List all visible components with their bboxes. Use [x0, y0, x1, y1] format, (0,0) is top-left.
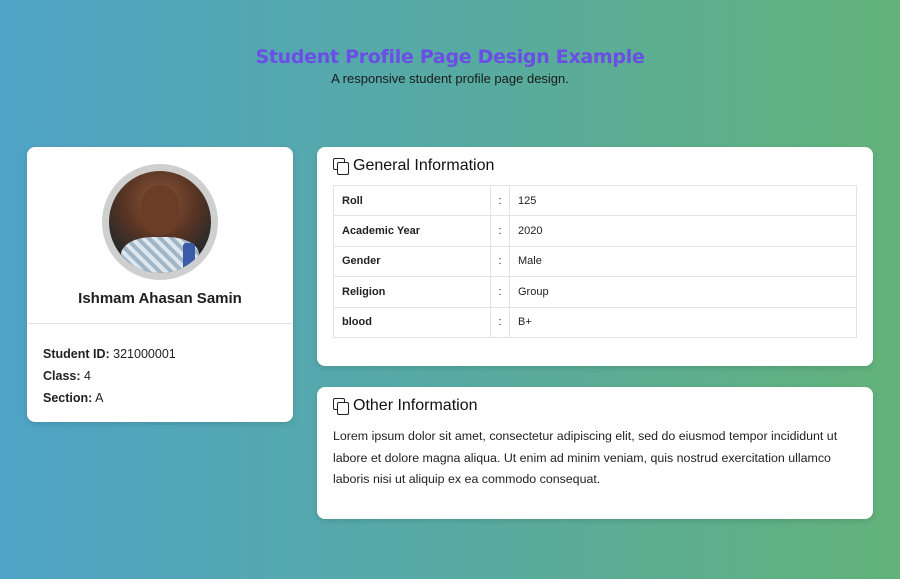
divider [27, 323, 293, 324]
row-value: 2020 [509, 215, 857, 247]
row-key: Gender [333, 245, 491, 278]
meta-label: Class: [43, 369, 81, 383]
profile-meta: Student ID: 321000001 Class: 4 Section: … [43, 343, 176, 409]
row-value: Male [509, 245, 857, 278]
meta-class: Class: 4 [43, 365, 176, 387]
meta-label: Student ID: [43, 347, 110, 361]
row-key: blood [333, 306, 491, 338]
copy-icon [333, 397, 350, 415]
meta-value: 321000001 [113, 347, 176, 361]
general-information-table: Roll : 125 Academic Year : 2020 Gender :… [333, 184, 857, 338]
profile-card: Ishmam Ahasan Samin Student ID: 32100000… [27, 147, 293, 422]
table-row: Roll : 125 [333, 184, 857, 217]
page-header: Student Profile Page Design Example A re… [0, 46, 900, 86]
page-subtitle: A responsive student profile page design… [331, 71, 569, 86]
page-title: Student Profile Page Design Example [255, 46, 645, 68]
row-value: 125 [509, 184, 857, 217]
row-separator: : [490, 276, 510, 308]
row-separator: : [490, 306, 510, 338]
table-row: Religion : Group [333, 276, 857, 308]
avatar-ring [102, 164, 218, 280]
row-separator: : [490, 184, 510, 217]
student-name: Ishmam Ahasan Samin [78, 290, 242, 307]
other-information-heading: Other Information [333, 397, 478, 415]
row-separator: : [490, 215, 510, 247]
section-title: General Information [353, 157, 495, 174]
table-row: Gender : Male [333, 245, 857, 278]
meta-section: Section: A [43, 387, 176, 409]
meta-student-id: Student ID: 321000001 [43, 343, 176, 365]
other-information-text: Lorem ipsum dolor sit amet, consectetur … [333, 429, 838, 486]
other-information-card: Other Information Lorem ipsum dolor sit … [317, 387, 873, 519]
meta-value: A [95, 391, 104, 405]
table-row: blood : B+ [333, 306, 857, 338]
row-key: Religion [333, 276, 491, 308]
row-key: Academic Year [333, 215, 491, 247]
general-information-heading: General Information [333, 157, 494, 175]
meta-label: Section: [43, 391, 93, 405]
row-value: B+ [509, 306, 857, 338]
row-value: Group [509, 276, 857, 308]
row-separator: : [490, 245, 510, 278]
row-key: Roll [333, 184, 491, 217]
avatar [109, 171, 211, 273]
meta-value: 4 [84, 369, 91, 383]
table-row: Academic Year : 2020 [333, 215, 857, 247]
section-title: Other Information [353, 397, 478, 414]
copy-icon [333, 157, 350, 175]
general-information-card: General Information Roll : 125 Academic … [317, 147, 873, 366]
